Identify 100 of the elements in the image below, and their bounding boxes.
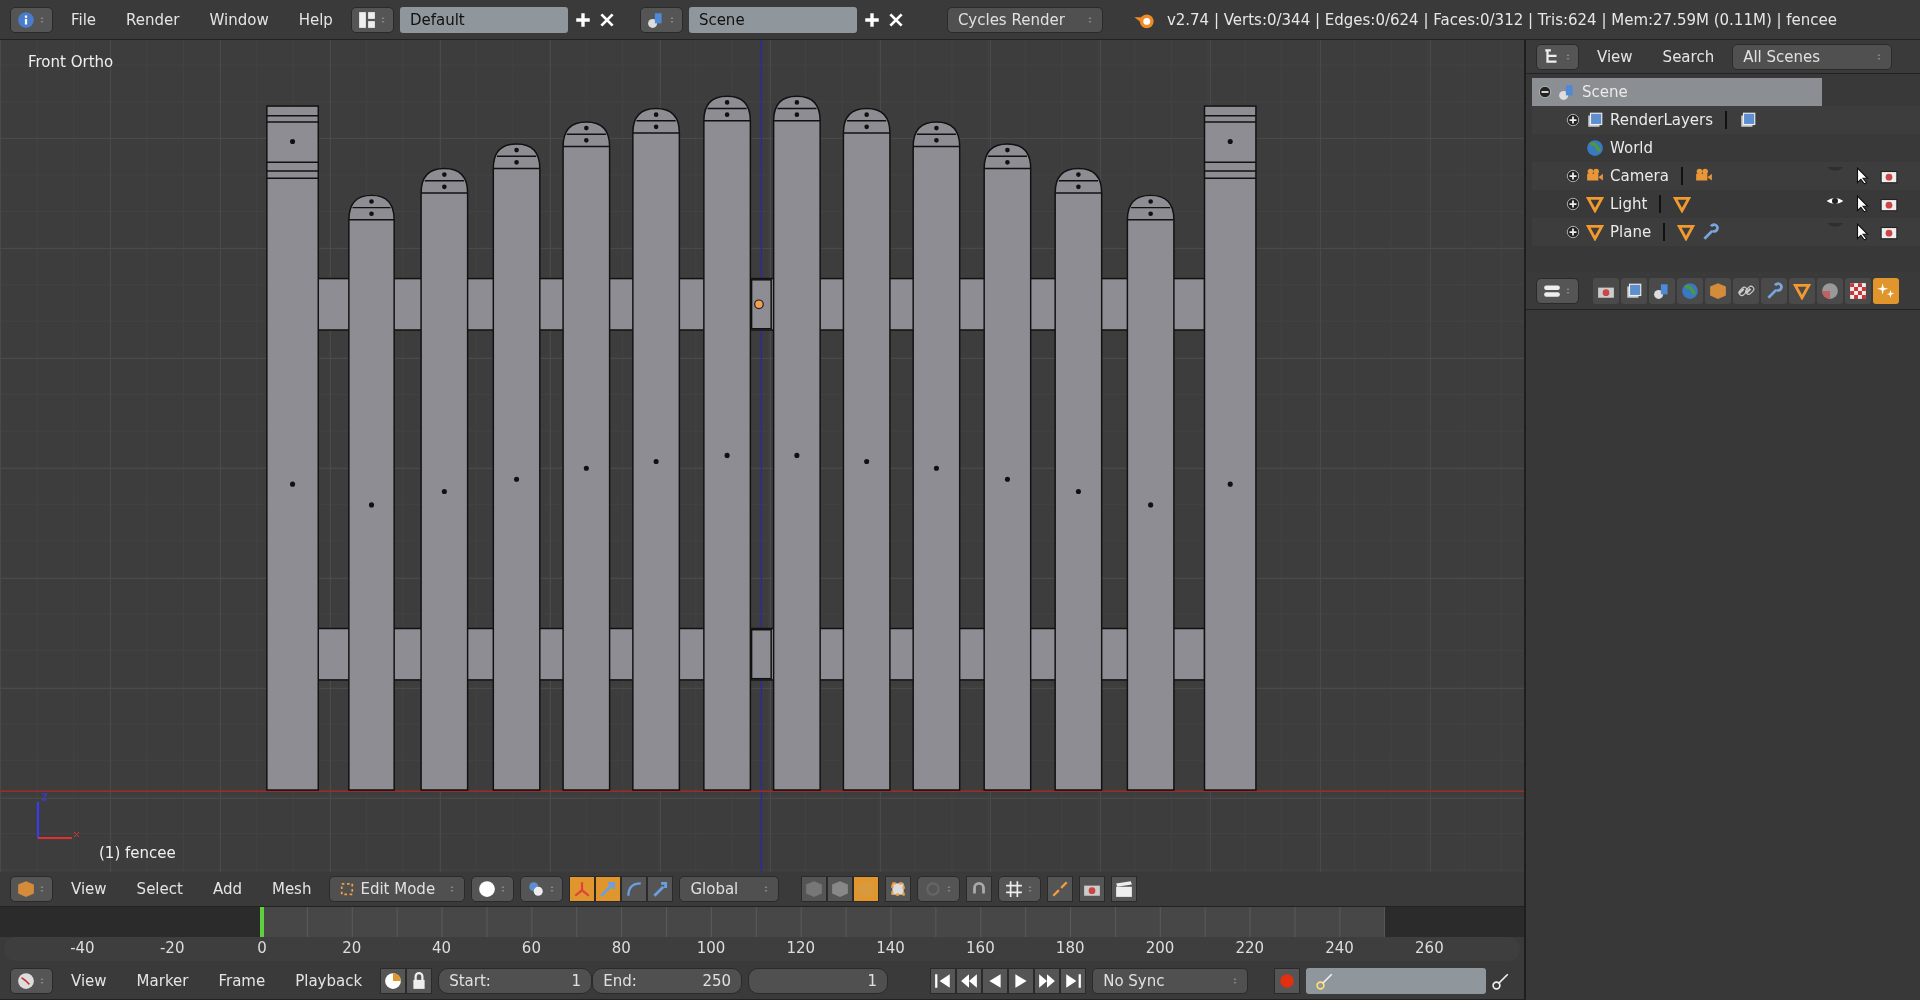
frame-number: 180 [1055,939,1085,957]
menu-item[interactable]: Select [124,880,195,898]
menu-item[interactable]: File [59,10,109,29]
lock-button[interactable] [406,968,433,994]
scene-icon [1653,281,1671,300]
expand-icon[interactable] [1566,169,1580,183]
eye-icon[interactable] [1826,195,1845,207]
opengl-render-button[interactable] [1079,876,1106,902]
playback-button[interactable] [1034,968,1061,994]
layers-icon [1625,281,1643,300]
playback-button[interactable] [982,968,1009,994]
menu-item[interactable]: Window [197,10,281,29]
opengl-anim-button[interactable] [1111,876,1138,902]
editor-type-button[interactable] [10,876,53,902]
jump-end-icon [1064,972,1083,990]
proportional-button[interactable] [917,876,961,902]
menu-item[interactable]: View [59,972,119,990]
scene-icon [1558,83,1576,101]
properties-tab[interactable] [1649,277,1675,304]
triangle-mesh-icon [1586,195,1604,213]
current-frame-field[interactable]: 1 [748,968,889,994]
frame-number: 100 [696,939,726,957]
frame-number: 260 [1415,939,1444,957]
menu-item[interactable]: Search [1650,47,1727,66]
playback-button[interactable] [956,968,983,994]
frame-scrollbar[interactable]: -40 -20 0 20 40 60 80 100 120 140 160 180 200 220 240 260 [4,937,1520,961]
keying-set-field[interactable] [1306,968,1487,994]
jump-start-icon [934,972,953,990]
updown-arrows-icon [38,15,46,24]
properties-tab[interactable] [1733,277,1759,304]
playback-button[interactable] [1060,968,1087,994]
expand-icon[interactable] [1566,113,1580,127]
vertices-icon [340,882,355,896]
menu-item[interactable]: Add [200,880,254,898]
timeline[interactable]: -40 -20 0 20 40 60 80 100 120 140 160 180 200 220 240 260 [0,907,1524,963]
render-engine-dropdown[interactable]: Cycles Render [946,6,1103,33]
manipulator-toggle[interactable] [569,876,596,902]
frame-number: 240 [1325,939,1354,957]
layout-name-field[interactable]: Default [399,6,568,33]
orientation-dropdown[interactable]: Global [679,876,780,902]
editor-type-button[interactable] [10,968,53,994]
sphere-icon [1821,281,1839,300]
shading-button[interactable] [471,876,515,902]
collapse-icon[interactable] [1538,85,1552,99]
menu-item[interactable]: Marker [124,972,201,990]
mode-dropdown[interactable]: Edit Mode [329,876,466,902]
3d-viewport[interactable]: Front Ortho (1) fencee [0,40,1524,872]
frame-number: 80 [611,939,631,957]
manipulator-button[interactable] [621,876,648,902]
scene-button[interactable] [639,6,683,33]
expand-icon[interactable] [1566,225,1580,239]
rewind-icon [960,972,979,990]
properties-tab[interactable] [1789,277,1815,304]
updown-arrows-icon [38,885,46,893]
preview-range-button[interactable] [380,968,407,994]
fast-forward-icon [1038,972,1057,990]
frame-number: 200 [1145,939,1175,957]
menu-item[interactable]: Playback [283,972,375,990]
outliner-item[interactable]: Light [1532,190,1822,218]
start-frame-field[interactable]: Start: 1 [438,968,593,994]
shrink-arrows-icon [1051,880,1070,898]
outliner-item[interactable]: World [1532,134,1822,162]
editor-type-button[interactable] [1536,43,1579,70]
render-preview-button[interactable] [1047,876,1074,902]
properties-tab[interactable] [1845,277,1871,304]
menu-item[interactable]: Render [114,10,192,29]
properties-tab[interactable] [1761,277,1787,304]
select-mode-button[interactable] [801,876,828,902]
snap-element-button[interactable] [998,876,1042,902]
properties-tab[interactable] [1593,277,1619,304]
properties-tab[interactable] [1621,277,1647,304]
manipulator-button[interactable] [595,876,622,902]
layout-button[interactable] [350,6,394,33]
editor-type-button[interactable] [1536,277,1579,304]
menu-item[interactable]: Help [286,10,345,29]
pivot-icon [527,880,546,898]
grid-icon [1005,880,1024,898]
scene-name-field[interactable]: Scene [688,6,857,33]
sync-dropdown[interactable]: No Sync [1092,968,1249,994]
playback-button[interactable] [1008,968,1035,994]
expand-icon[interactable] [1566,197,1580,211]
pivot-button[interactable] [520,876,564,902]
menu-item[interactable]: Frame [206,972,278,990]
clock-icon [17,972,35,990]
menu-item[interactable]: Mesh [259,880,324,898]
plus-icon [573,10,592,29]
display-mode-dropdown[interactable]: All Scenes [1732,43,1893,70]
properties-tab[interactable] [1873,277,1899,304]
record-button[interactable] [1274,968,1301,994]
select-mode-button[interactable] [827,876,854,902]
manipulator-button[interactable] [647,876,674,902]
snap-button[interactable] [966,876,993,902]
menu-item[interactable]: View [1585,47,1645,66]
end-frame-field[interactable]: End: 250 [592,968,743,994]
select-mode-button[interactable] [853,876,880,902]
menu-item[interactable]: View [59,880,119,898]
scale-arrow-icon [651,880,670,898]
playback-button[interactable] [930,968,957,994]
occlude-button[interactable] [885,876,912,902]
clock-icon [384,972,403,990]
